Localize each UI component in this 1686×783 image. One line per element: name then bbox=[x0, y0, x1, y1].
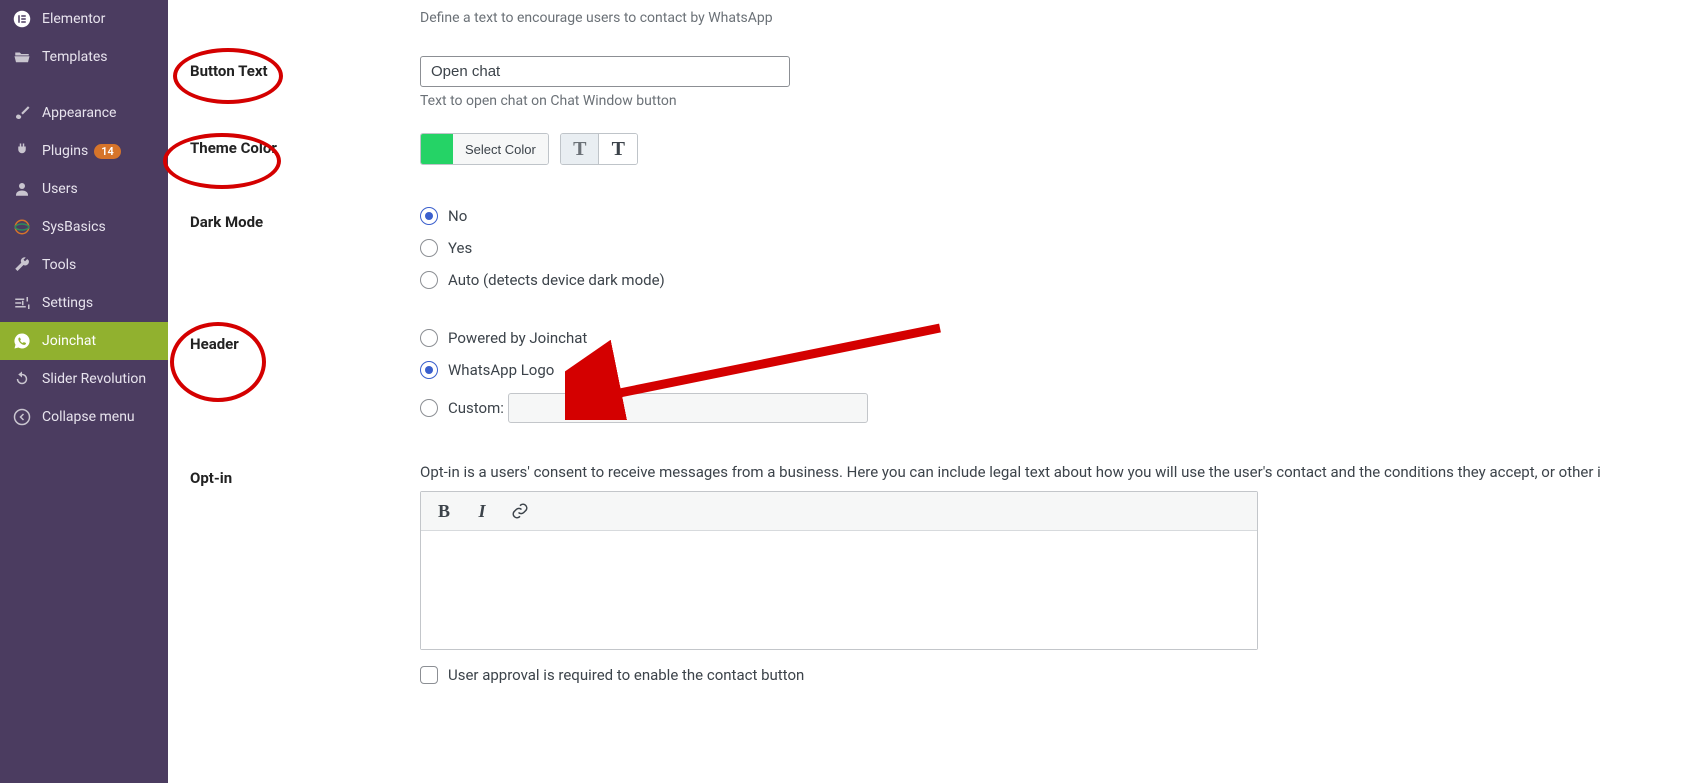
link-icon[interactable] bbox=[509, 500, 531, 522]
radio-icon bbox=[420, 239, 438, 257]
row-theme-color: Theme Color Select Color T T bbox=[168, 133, 1686, 207]
header-custom-input[interactable] bbox=[508, 393, 868, 423]
text-light-option[interactable]: T bbox=[561, 134, 599, 164]
radio-icon bbox=[420, 207, 438, 225]
plugins-update-badge: 14 bbox=[94, 144, 121, 159]
sidebar-item-settings[interactable]: Settings bbox=[0, 284, 168, 322]
header-powered[interactable]: Powered by Joinchat bbox=[420, 329, 1686, 347]
label-header: Header bbox=[190, 329, 420, 353]
sliders-icon bbox=[12, 293, 32, 313]
bold-icon[interactable]: B bbox=[433, 500, 455, 522]
sphere-icon bbox=[12, 217, 32, 237]
sidebar-item-label: Users bbox=[42, 181, 78, 197]
optin-editor: B I bbox=[420, 491, 1258, 650]
row-optin: Opt-in Opt-in is a users' consent to rec… bbox=[168, 463, 1686, 708]
cta-description: Define a text to encourage users to cont… bbox=[420, 10, 1686, 26]
select-color-button[interactable]: Select Color bbox=[453, 134, 548, 164]
settings-panel: Define a text to encourage users to cont… bbox=[168, 0, 1686, 708]
sidebar-item-label: Joinchat bbox=[42, 333, 96, 349]
radio-label: Yes bbox=[448, 239, 472, 257]
header-custom[interactable]: Custom: bbox=[420, 393, 1686, 423]
label-optin: Opt-in bbox=[190, 463, 420, 487]
folder-open-icon bbox=[12, 47, 32, 67]
radio-label: Powered by Joinchat bbox=[448, 329, 587, 347]
sidebar-item-label: Elementor bbox=[42, 11, 105, 27]
sidebar-item-label: Settings bbox=[42, 295, 93, 311]
row-button-text: Button Text Text to open chat on Chat Wi… bbox=[168, 56, 1686, 133]
label-button-text: Button Text bbox=[190, 56, 420, 80]
optin-approval[interactable]: User approval is required to enable the … bbox=[420, 666, 1686, 684]
text-dark-option[interactable]: T bbox=[599, 134, 637, 164]
row-dark-mode: Dark Mode No Yes Auto (detects device da… bbox=[168, 207, 1686, 329]
sidebar-item-sysbasics[interactable]: SysBasics bbox=[0, 208, 168, 246]
sidebar-item-slider-revolution[interactable]: Slider Revolution bbox=[0, 360, 168, 398]
refresh-icon bbox=[12, 369, 32, 389]
text-color-toggle: T T bbox=[560, 133, 638, 165]
sidebar-item-label: Appearance bbox=[42, 105, 116, 121]
sidebar-item-label: Plugins bbox=[42, 143, 88, 159]
radio-icon bbox=[420, 271, 438, 289]
whatsapp-icon bbox=[12, 331, 32, 351]
button-text-input[interactable] bbox=[420, 56, 790, 87]
label-dark-mode: Dark Mode bbox=[190, 207, 420, 231]
admin-sidebar: Elementor Templates Appearance Plugins 1… bbox=[0, 0, 168, 783]
sidebar-item-label: Slider Revolution bbox=[42, 371, 146, 387]
sidebar-item-users[interactable]: Users bbox=[0, 170, 168, 208]
italic-icon[interactable]: I bbox=[471, 500, 493, 522]
radio-icon bbox=[420, 399, 438, 417]
editor-textarea[interactable] bbox=[421, 531, 1257, 649]
label-theme-color: Theme Color bbox=[190, 133, 420, 157]
sidebar-item-templates[interactable]: Templates bbox=[0, 38, 168, 76]
dark-mode-no[interactable]: No bbox=[420, 207, 1686, 225]
collapse-icon bbox=[12, 407, 32, 427]
button-text-desc: Text to open chat on Chat Window button bbox=[420, 93, 1686, 109]
sidebar-item-label: Collapse menu bbox=[42, 409, 135, 425]
checkbox-label: User approval is required to enable the … bbox=[448, 666, 804, 684]
radio-label: Auto (detects device dark mode) bbox=[448, 271, 665, 289]
radio-icon bbox=[420, 329, 438, 347]
sidebar-item-joinchat[interactable]: Joinchat bbox=[0, 322, 168, 360]
sidebar-item-label: SysBasics bbox=[42, 219, 106, 235]
optin-desc: Opt-in is a users' consent to receive me… bbox=[420, 463, 1686, 481]
radio-label: WhatsApp Logo bbox=[448, 361, 554, 379]
dark-mode-yes[interactable]: Yes bbox=[420, 239, 1686, 257]
radio-label: Custom: bbox=[448, 399, 504, 417]
color-picker[interactable]: Select Color bbox=[420, 133, 549, 165]
radio-label: No bbox=[448, 207, 467, 225]
wrench-icon bbox=[12, 255, 32, 275]
user-icon bbox=[12, 179, 32, 199]
sidebar-item-tools[interactable]: Tools bbox=[0, 246, 168, 284]
header-whatsapp[interactable]: WhatsApp Logo bbox=[420, 361, 1686, 379]
checkbox-icon bbox=[420, 666, 438, 684]
elementor-icon bbox=[12, 9, 32, 29]
sidebar-item-label: Templates bbox=[42, 49, 108, 65]
plug-icon bbox=[12, 141, 32, 161]
brush-icon bbox=[12, 103, 32, 123]
sidebar-item-label: Tools bbox=[42, 257, 76, 273]
color-swatch bbox=[421, 134, 453, 164]
editor-toolbar: B I bbox=[421, 492, 1257, 531]
sidebar-item-elementor[interactable]: Elementor bbox=[0, 0, 168, 38]
sidebar-item-collapse[interactable]: Collapse menu bbox=[0, 398, 168, 436]
sidebar-item-plugins[interactable]: Plugins 14 bbox=[0, 132, 168, 170]
dark-mode-auto[interactable]: Auto (detects device dark mode) bbox=[420, 271, 1686, 289]
row-header: Header Powered by Joinchat WhatsApp Logo… bbox=[168, 329, 1686, 463]
radio-icon bbox=[420, 361, 438, 379]
sidebar-item-appearance[interactable]: Appearance bbox=[0, 94, 168, 132]
